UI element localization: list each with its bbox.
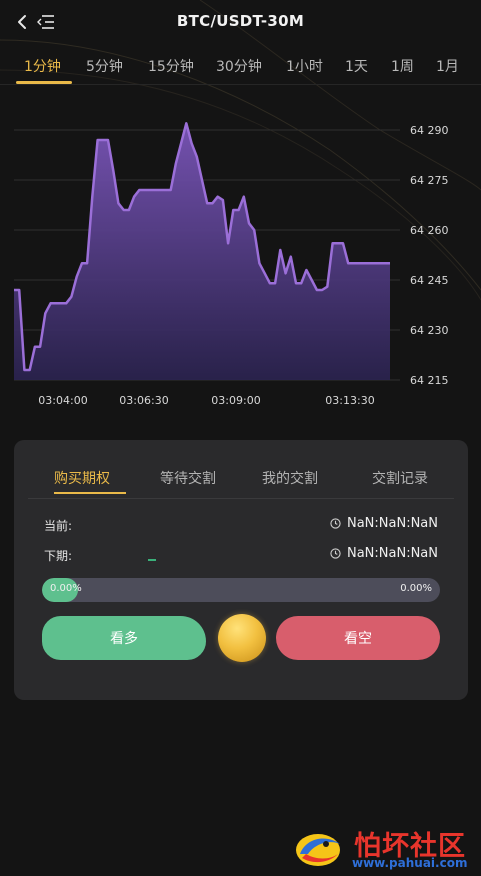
x-tick-label: 03:09:00 xyxy=(211,394,260,407)
tab-15-minutes[interactable]: 15分钟 xyxy=(148,56,194,76)
x-tick-label: 03:04:00 xyxy=(38,394,87,407)
watermark-url: www.pahuai.com xyxy=(352,856,468,870)
y-tick-label: 64 275 xyxy=(410,174,449,187)
tab-1-day[interactable]: 1天 xyxy=(345,56,368,76)
x-tick-label: 03:13:30 xyxy=(325,394,374,407)
buy-up-button[interactable]: 看多 xyxy=(42,616,206,660)
y-tick-label: 64 215 xyxy=(410,374,449,387)
tab-settlement-records[interactable]: 交割记录 xyxy=(372,468,428,488)
y-tick-label: 64 245 xyxy=(410,274,449,287)
tab-1-minute[interactable]: 1分钟 xyxy=(24,56,61,76)
panel-tabs-divider xyxy=(28,498,454,499)
current-period-value: NaN:NaN:NaN xyxy=(330,516,438,531)
tab-my-settlement[interactable]: 我的交割 xyxy=(262,468,318,488)
y-axis-labels: 64 290 64 275 64 260 64 245 64 230 64 215 xyxy=(410,124,449,387)
x-axis-labels: 03:04:00 03:06:30 03:09:00 03:13:30 xyxy=(38,394,374,407)
period-tabs: 1分钟 5分钟 15分钟 30分钟 1小时 1天 1周 1月 xyxy=(0,56,481,86)
clock-icon xyxy=(330,548,341,559)
next-countdown: NaN:NaN:NaN xyxy=(346,546,438,561)
y-tick-label: 64 260 xyxy=(410,224,449,237)
up-ratio-text: 0.00% xyxy=(50,583,82,594)
watermark-logo-icon xyxy=(296,834,340,866)
tab-1-week[interactable]: 1周 xyxy=(391,56,414,76)
page-title: BTC/USDT-30M xyxy=(176,12,305,30)
tab-30-minutes[interactable]: 30分钟 xyxy=(216,56,262,76)
next-period-indicator xyxy=(148,559,156,561)
tab-1-hour[interactable]: 1小时 xyxy=(286,56,323,76)
tab-pending-settlement[interactable]: 等待交割 xyxy=(160,468,216,488)
tabs-divider xyxy=(0,84,481,85)
clock-icon xyxy=(330,518,341,529)
buy-down-button[interactable]: 看空 xyxy=(276,616,440,660)
ratio-progress-bar: 0.00% 0.00% xyxy=(42,578,440,602)
y-tick-label: 64 290 xyxy=(410,124,449,137)
down-ratio-text: 0.00% xyxy=(400,583,432,594)
x-tick-label: 03:06:30 xyxy=(119,394,168,407)
y-tick-label: 64 230 xyxy=(410,324,449,337)
price-area xyxy=(14,123,390,381)
tab-5-minutes[interactable]: 5分钟 xyxy=(86,56,123,76)
current-countdown: NaN:NaN:NaN xyxy=(346,516,438,531)
coin-icon xyxy=(218,614,266,662)
tab-buy-option[interactable]: 购买期权 xyxy=(54,468,110,488)
watermark: 怕坏社区 www.pahuai.com xyxy=(292,820,478,874)
top-bar: BTC/USDT-30M xyxy=(0,0,481,44)
tab-1-month[interactable]: 1月 xyxy=(436,56,459,76)
price-chart[interactable]: 64 290 64 275 64 260 64 245 64 230 64 215 03:… xyxy=(0,100,481,420)
next-period-value: NaN:NaN:NaN xyxy=(330,546,438,561)
current-period-label: 当前: xyxy=(44,519,73,533)
trade-panel: 购买期权 等待交割 我的交割 交割记录 当前: NaN:NaN:NaN 下期: … xyxy=(14,440,468,700)
next-period-label: 下期: xyxy=(44,549,73,563)
panel-tab-underline xyxy=(54,492,126,494)
